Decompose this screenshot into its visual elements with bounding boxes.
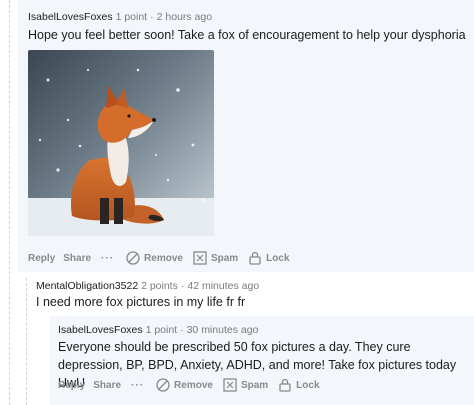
- remove-label: Remove: [144, 252, 183, 264]
- comment-2-meta: MentalObligation3522 2 points · 42 minutes…: [36, 280, 259, 292]
- comment-1-body: Hope you feel better soon! Take a fox of…: [28, 28, 466, 42]
- comment-3-points: 1 point: [145, 324, 178, 336]
- spam-label: Spam: [210, 252, 239, 264]
- more-options-button[interactable]: ···: [101, 253, 114, 264]
- fox-image[interactable]: [28, 50, 214, 236]
- lock-label: Lock: [296, 379, 320, 391]
- lock-icon: [249, 251, 261, 265]
- comment-3-meta: IsabelLovesFoxes 1 point · 30 minutes ago: [58, 324, 258, 336]
- lock-button[interactable]: Lock: [278, 378, 320, 392]
- spam-label: Spam: [240, 379, 269, 391]
- spam-button[interactable]: Spam: [223, 378, 268, 392]
- spam-button[interactable]: Spam: [193, 251, 238, 265]
- comment-1-points: 1 point: [115, 11, 148, 23]
- comment-2-separator: ·: [180, 280, 185, 292]
- comment-3-author[interactable]: IsabelLovesFoxes: [58, 324, 143, 336]
- comment-1-meta: IsabelLovesFoxes 1 point · 2 hours ago: [28, 11, 212, 23]
- more-options-button[interactable]: ···: [131, 380, 144, 391]
- remove-button[interactable]: Remove: [156, 378, 213, 392]
- spam-box-icon: [223, 378, 237, 392]
- spam-box-icon: [193, 251, 207, 265]
- lock-label: Lock: [266, 252, 290, 264]
- comment-2-body: I need more fox pictures in my life fr f…: [36, 295, 246, 309]
- comment-2-points: 2 points: [141, 280, 178, 292]
- comment-1-time[interactable]: 2 hours ago: [157, 11, 212, 23]
- remove-button[interactable]: Remove: [126, 251, 183, 265]
- comment-2-time[interactable]: 42 minutes ago: [187, 280, 259, 292]
- comment-2-author[interactable]: MentalObligation3522: [36, 280, 138, 292]
- comment-1-author[interactable]: IsabelLovesFoxes: [28, 11, 113, 23]
- thread-line-level-2[interactable]: [26, 278, 27, 405]
- comment-3-time[interactable]: 30 minutes ago: [187, 324, 259, 336]
- remove-circle-icon: [126, 251, 140, 265]
- comment-3-actions: Reply Share ··· Remove Spam Lock: [58, 378, 320, 392]
- share-button[interactable]: Share: [63, 253, 91, 264]
- reply-button[interactable]: Reply: [58, 380, 85, 391]
- fox-image-graphic: [28, 50, 214, 236]
- remove-circle-icon: [156, 378, 170, 392]
- lock-button[interactable]: Lock: [248, 251, 290, 265]
- lock-icon: [279, 378, 291, 392]
- reply-button[interactable]: Reply: [28, 253, 55, 264]
- comment-3-separator: ·: [180, 324, 184, 336]
- remove-label: Remove: [174, 379, 213, 391]
- share-button[interactable]: Share: [93, 380, 121, 391]
- comment-1-actions: Reply Share ··· Remove Spam Lock: [28, 251, 290, 265]
- thread-line-level-1[interactable]: [9, 0, 10, 405]
- comment-1-separator: ·: [150, 11, 154, 23]
